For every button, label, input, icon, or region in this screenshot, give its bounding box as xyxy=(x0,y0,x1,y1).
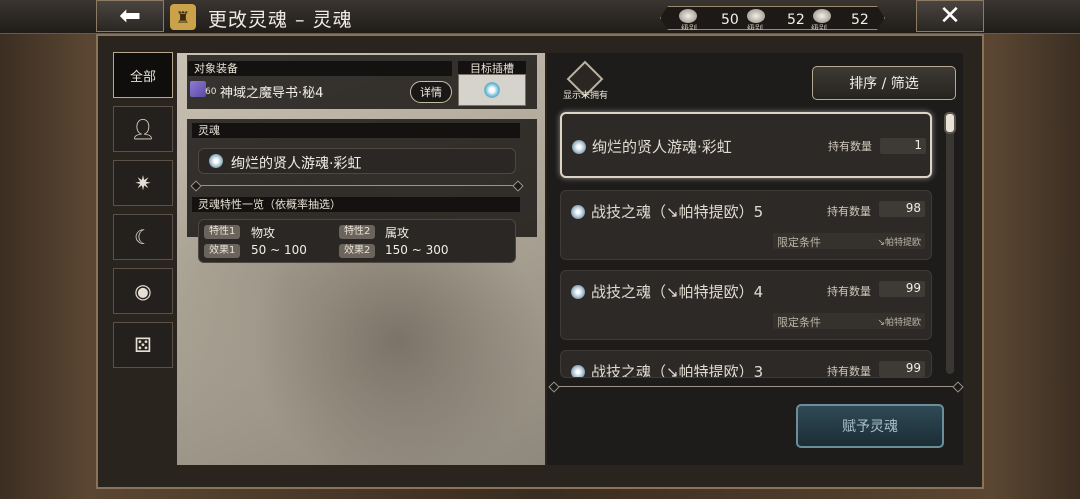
nav-sparkle[interactable]: ✷ xyxy=(113,160,173,206)
back-button[interactable]: ⬅ xyxy=(96,0,164,32)
nav-person[interactable]: 👤︎ xyxy=(113,106,173,152)
soul-orb-icon xyxy=(571,205,585,219)
trait1-value: 物攻 xyxy=(251,226,276,240)
target-icon: ◉ xyxy=(134,279,152,303)
qty-label: 持有数量 xyxy=(827,365,871,378)
soul-orb-icon xyxy=(571,285,585,299)
soul-title-icon: ♜ xyxy=(170,4,196,30)
soul-card-name: 战技之魂（↘帕特提欧）4 xyxy=(591,283,764,301)
slot-gem-icon xyxy=(484,82,500,98)
effect1-tag: 效果1 xyxy=(204,244,241,258)
current-soul: 绚烂的贤人游魂·彩虹 xyxy=(198,148,516,174)
item-name: 神域之魔导书·秘4 xyxy=(220,86,324,101)
target-header: 对象装备 xyxy=(188,61,452,76)
page-title: 更改灵魂 – 灵魂 xyxy=(208,9,353,31)
effect1-value: 50 ~ 100 xyxy=(251,243,307,257)
soul-orb-icon xyxy=(572,140,586,154)
nav-moon[interactable]: ☾ xyxy=(113,214,173,260)
currency-caption-1: 级别 xyxy=(681,24,697,33)
current-soul-name: 绚烂的贤人游魂·彩虹 xyxy=(231,156,362,172)
close-icon: ✕ xyxy=(939,1,961,31)
dice-icon: ⚄ xyxy=(134,333,152,357)
currency-caption-2: 级别 xyxy=(747,24,763,33)
soul-card-name: 战技之魂（↘帕特提欧）3 xyxy=(591,363,764,378)
currency-value-1: 50 xyxy=(721,12,739,28)
qty-label: 持有数量 xyxy=(827,285,871,298)
traits-header: 灵魂特性一览（依概率抽选） xyxy=(192,197,520,212)
grant-soul-button[interactable]: 赋予灵魂 xyxy=(796,404,944,448)
soul-orb-icon xyxy=(209,154,223,168)
item-level: 60 xyxy=(205,87,217,97)
divider xyxy=(196,185,518,186)
traits-box: 特性1 物攻 特性2 属攻 效果1 50 ~ 100 效果2 150 ~ 300 xyxy=(198,219,516,263)
nav-target[interactable]: ◉ xyxy=(113,268,173,314)
effect2-tag: 效果2 xyxy=(339,244,376,258)
soul-card[interactable]: 绚烂的贤人游魂·彩虹 持有数量 1 xyxy=(560,112,932,178)
cond-label: 限定条件 xyxy=(777,316,821,329)
nav-dice[interactable]: ⚄ xyxy=(113,322,173,368)
list-divider xyxy=(554,386,958,387)
close-button[interactable]: ✕ xyxy=(916,0,984,32)
detail-button[interactable]: 详情 xyxy=(410,81,452,103)
currency-caption-3: 级别 xyxy=(811,24,827,33)
qty-value: 99 xyxy=(879,361,925,377)
soul-card[interactable]: 战技之魂（↘帕特提欧）3 持有数量 99 xyxy=(560,350,932,378)
condition-box: 限定条件 ↘帕特提欧 xyxy=(773,313,925,329)
silver-medal-icon xyxy=(679,9,697,23)
grimoire-icon xyxy=(190,81,206,97)
arrow-left-icon: ⬅ xyxy=(119,1,141,31)
qty-label: 持有数量 xyxy=(828,140,872,153)
category-nav: 全部 👤︎ ✷ ☾ ◉ ⚄ xyxy=(113,52,175,376)
cond-value: ↘帕特提欧 xyxy=(877,238,921,248)
silver-crest-icon xyxy=(813,9,831,23)
soul-card-name: 绚烂的贤人游魂·彩虹 xyxy=(592,138,732,156)
qty-label: 持有数量 xyxy=(827,205,871,218)
cond-value: ↘帕特提欧 xyxy=(877,318,921,328)
trait1-tag: 特性1 xyxy=(204,225,241,239)
moon-icon: ☾ xyxy=(134,225,152,249)
currency-bar: 级别 50 级别 52 级别 52 xyxy=(660,6,885,30)
list-scrollbar[interactable] xyxy=(944,112,956,374)
soul-card[interactable]: 战技之魂（↘帕特提欧）4 持有数量 99 限定条件 ↘帕特提欧 xyxy=(560,270,932,340)
nav-all[interactable]: 全部 xyxy=(113,52,173,98)
soul-header: 灵魂 xyxy=(192,123,520,138)
currency-value-2: 52 xyxy=(787,12,805,28)
show-unowned-label: 显示未拥有 xyxy=(563,91,609,101)
soul-card-name: 战技之魂（↘帕特提欧）5 xyxy=(591,203,764,221)
currency-value-3: 52 xyxy=(851,12,869,28)
sparkle-icon: ✷ xyxy=(134,171,152,195)
trait2-tag: 特性2 xyxy=(339,225,376,239)
person-icon: 👤︎ xyxy=(130,117,156,141)
sort-filter-button[interactable]: 排序 / 筛选 xyxy=(812,66,956,100)
effect2-value: 150 ~ 300 xyxy=(385,243,449,257)
silver-flower-icon xyxy=(747,9,765,23)
qty-value: 98 xyxy=(879,201,925,217)
cond-label: 限定条件 xyxy=(777,236,821,249)
top-bar: ⬅ ♜ 更改灵魂 – 灵魂 级别 50 级别 52 级别 52 ✕ xyxy=(0,0,1080,34)
qty-value: 99 xyxy=(879,281,925,297)
soul-orb-icon xyxy=(571,365,585,377)
scroll-thumb[interactable] xyxy=(944,112,956,134)
soul-card[interactable]: 战技之魂（↘帕特提欧）5 持有数量 98 限定条件 ↘帕特提欧 xyxy=(560,190,932,260)
trait2-value: 属攻 xyxy=(385,226,410,240)
target-slot[interactable] xyxy=(458,74,526,106)
qty-value: 1 xyxy=(880,138,926,154)
condition-box: 限定条件 ↘帕特提欧 xyxy=(773,233,925,249)
